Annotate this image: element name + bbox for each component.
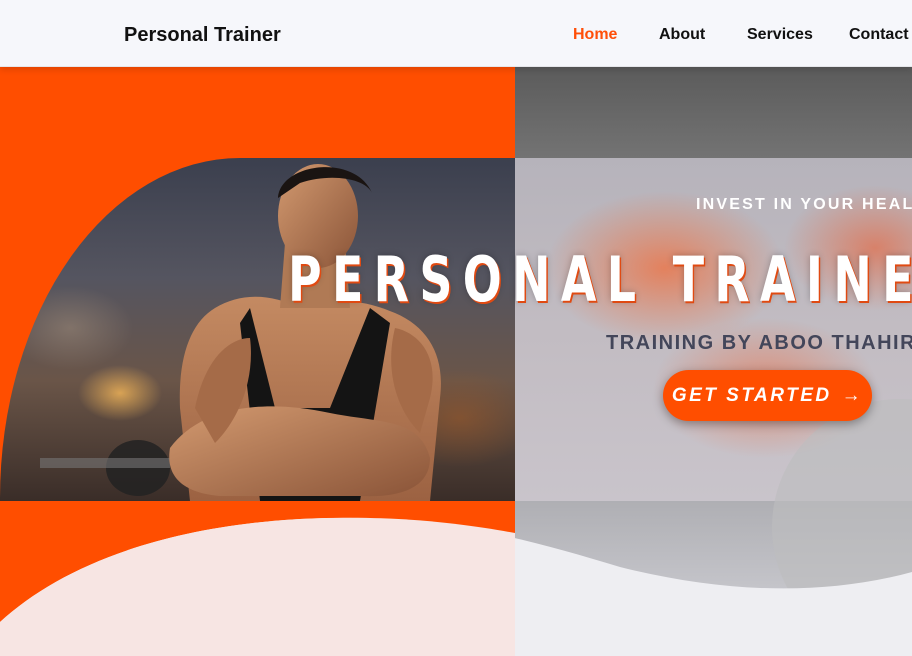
get-started-label: GET STARTED — [671, 384, 832, 406]
trainer-photo — [40, 164, 441, 501]
hero-tagline: INVEST IN YOUR HEALTH — [696, 196, 912, 213]
brand-logo-text[interactable]: Personal Trainer — [124, 24, 281, 47]
top-navbar: Personal Trainer Home About Services Con… — [0, 0, 912, 67]
nav-link-services[interactable]: Services — [747, 26, 813, 44]
hero-title: PERSONAL TRAINER — [288, 243, 912, 316]
get-started-button[interactable]: GET STARTED → — [663, 370, 872, 421]
hero-section: INVEST IN YOUR HEALTH PERSONAL TRAINER T… — [0, 67, 912, 656]
nav-link-about[interactable]: About — [659, 26, 705, 44]
nav-link-home[interactable]: Home — [573, 26, 617, 44]
right-arrow-icon: → — [841, 384, 864, 406]
hero-subtitle: TRAINING BY ABOO THAHIR — [606, 332, 912, 354]
nav-link-contact[interactable]: Contact — [849, 26, 909, 44]
